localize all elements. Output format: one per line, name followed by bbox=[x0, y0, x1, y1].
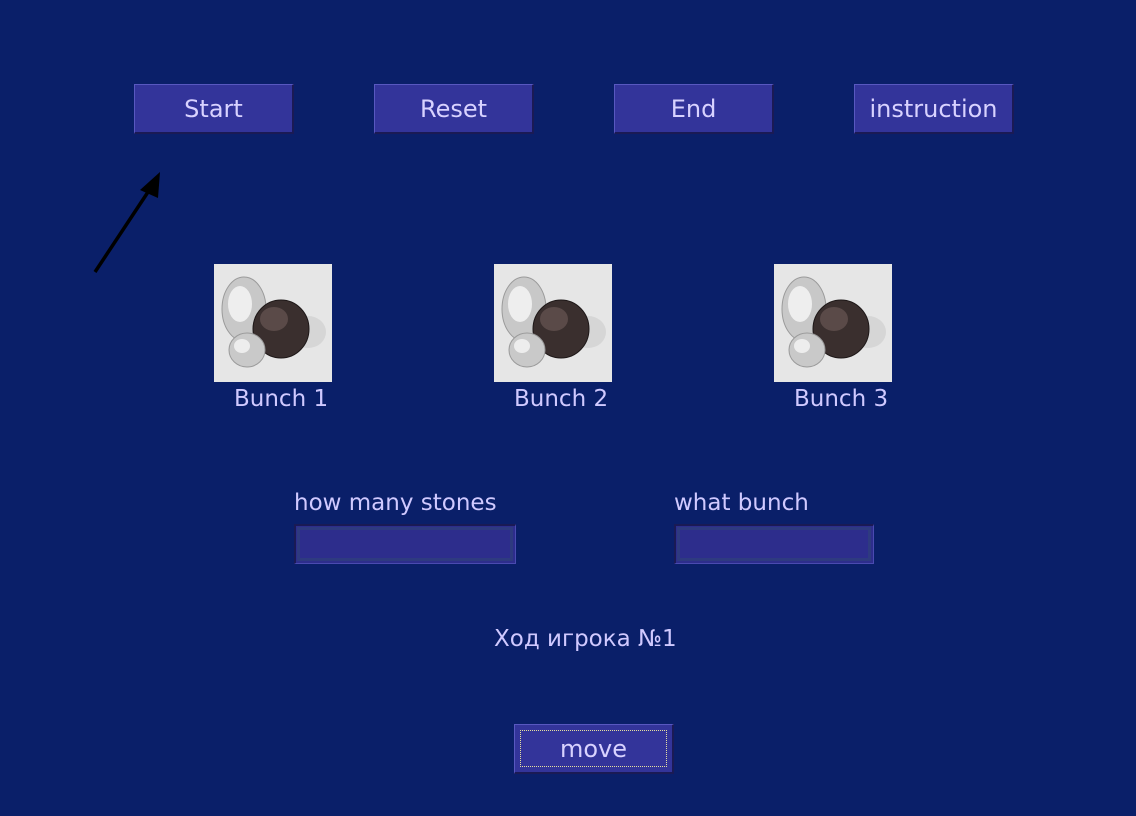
instruction-button[interactable]: instruction bbox=[854, 84, 1014, 134]
what-bunch-input[interactable] bbox=[674, 524, 874, 564]
turn-status-text: Ход игрока №1 bbox=[494, 626, 677, 652]
start-button[interactable]: Start bbox=[134, 84, 294, 134]
mouse-pointer-arrow-icon bbox=[93, 172, 160, 273]
bunch-2[interactable]: Bunch 2 bbox=[494, 264, 624, 412]
bunch-3[interactable]: Bunch 3 bbox=[774, 264, 904, 412]
how-many-stones-input[interactable] bbox=[294, 524, 516, 564]
stones-icon[interactable] bbox=[494, 264, 612, 382]
stones-icon[interactable] bbox=[214, 264, 332, 382]
bunch-label: Bunch 3 bbox=[794, 386, 889, 412]
bunch-label: Bunch 2 bbox=[514, 386, 609, 412]
reset-button[interactable]: Reset bbox=[374, 84, 534, 134]
end-button[interactable]: End bbox=[614, 84, 774, 134]
stones-icon[interactable] bbox=[774, 264, 892, 382]
what-bunch-label: what bunch bbox=[674, 490, 809, 516]
how-many-stones-label: how many stones bbox=[294, 490, 497, 516]
bunch-label: Bunch 1 bbox=[234, 386, 329, 412]
bunch-1[interactable]: Bunch 1 bbox=[214, 264, 344, 412]
move-button-label: move bbox=[559, 734, 628, 763]
move-button[interactable]: move bbox=[514, 724, 674, 774]
